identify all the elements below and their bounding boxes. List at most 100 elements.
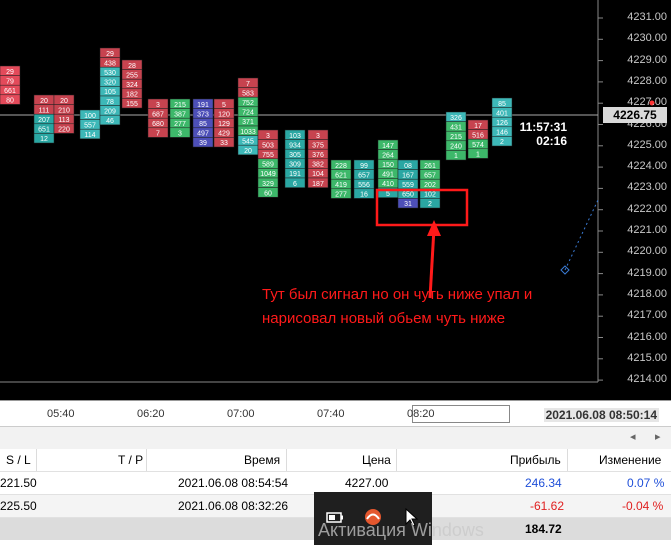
footprint-cell-value: 373 bbox=[197, 111, 209, 118]
cell-change: 0.07 % bbox=[627, 476, 665, 490]
footprint-cell-value: 650 bbox=[402, 192, 414, 199]
footprint-cell-value: 305 bbox=[289, 152, 301, 159]
footprint-cell-value: 438 bbox=[104, 60, 116, 67]
cell-sl: 221.50 bbox=[0, 476, 37, 490]
footprint-cell-value: 103 bbox=[289, 133, 301, 140]
footprint-cell-value: 120 bbox=[218, 111, 230, 118]
footprint-cell-value: 375 bbox=[312, 142, 324, 149]
footprint-cell-value: 320 bbox=[104, 80, 116, 87]
footprint-cell-value: 215 bbox=[450, 134, 462, 141]
header-tp[interactable]: T / P bbox=[118, 453, 143, 467]
footprint-cell-value: 545 bbox=[242, 138, 254, 145]
price-tick: 4225.00 bbox=[627, 138, 667, 151]
footprint-cell-value: 20 bbox=[40, 98, 48, 105]
column-divider bbox=[286, 449, 287, 471]
footprint-cell-value: 126 bbox=[496, 120, 508, 127]
price-tick: 4228.00 bbox=[627, 74, 667, 87]
annotation-text: Тут был сигнал но он чуть ниже упал и на… bbox=[262, 283, 592, 331]
footprint-cell-value: 105 bbox=[104, 89, 116, 96]
header-profit[interactable]: Прибыль bbox=[510, 453, 561, 467]
price-tick: 4223.00 bbox=[627, 181, 667, 194]
cell-time: 2021.06.08 08:54:54 bbox=[178, 476, 289, 490]
price-tick: 4215.00 bbox=[627, 351, 667, 364]
footprint-cell-value: 29 bbox=[6, 69, 14, 76]
current-datetime: 2021.06.08 08:50:14 bbox=[543, 408, 659, 422]
footprint-cell-value: 79 bbox=[6, 78, 14, 85]
price-tick: 4214.00 bbox=[627, 373, 667, 386]
cell-price: 4227.00 bbox=[345, 476, 389, 490]
footprint-cell-value: 277 bbox=[335, 192, 347, 199]
footprint-cell-value: 155 bbox=[126, 101, 138, 108]
footprint-cell-value: 187 bbox=[312, 181, 324, 188]
footprint-cell-value: 324 bbox=[126, 82, 138, 89]
footprint-cell-value: 651 bbox=[38, 127, 50, 134]
footprint-cell-value: 209 bbox=[104, 108, 116, 115]
cell-sl: 225.50 bbox=[0, 499, 37, 513]
footprint-cell-value: 167 bbox=[402, 172, 414, 179]
footprint-cell-value: 150 bbox=[382, 162, 394, 169]
footprint-cell-value: 724 bbox=[242, 110, 254, 117]
footprint-cell-value: 3 bbox=[156, 102, 160, 109]
footprint-cell-value: 277 bbox=[174, 121, 186, 128]
candle-timer-clock: 11:57:31 bbox=[519, 120, 567, 134]
price-tick: 4218.00 bbox=[627, 287, 667, 300]
footprint-cell-value: 08 bbox=[404, 163, 412, 170]
header-sl[interactable]: S / L bbox=[6, 453, 31, 467]
footprint-cell-value: 85 bbox=[498, 101, 506, 108]
time-tick: 07:40 bbox=[317, 408, 345, 420]
footprint-cell-value: 20 bbox=[60, 98, 68, 105]
footprint-cell-value: 191 bbox=[197, 102, 209, 109]
footprint-cell-value: 220 bbox=[58, 127, 70, 134]
time-tick: 08:20 bbox=[407, 408, 435, 420]
footprint-cell-value: 46 bbox=[106, 118, 114, 125]
cell-profit: -61.62 bbox=[530, 499, 565, 513]
cell-change: -0.04 % bbox=[622, 499, 664, 513]
scroll-right-icon[interactable]: ▸ bbox=[655, 430, 661, 443]
footprint-chart-canvas: 297966180 2011120765112202101132201005571… bbox=[0, 0, 655, 383]
price-tick: 4217.00 bbox=[627, 309, 667, 322]
column-divider bbox=[396, 449, 397, 471]
footprint-cell-value: 755 bbox=[262, 152, 274, 159]
footprint-cell-value: 680 bbox=[152, 121, 164, 128]
footprint-cell-value: 191 bbox=[289, 171, 301, 178]
scroll-left-icon[interactable]: ◂ bbox=[630, 430, 636, 443]
price-tick: 4230.00 bbox=[627, 32, 667, 45]
footprint-cell-value: 215 bbox=[174, 102, 186, 109]
horizontal-scrollbar[interactable]: ◂ ▸ bbox=[0, 426, 671, 449]
footprint-cell-value: 228 bbox=[335, 163, 347, 170]
footprint-cell-value: 1049 bbox=[260, 171, 276, 178]
footprint-cell-value: 60 bbox=[264, 190, 272, 197]
footprint-cell-value: 376 bbox=[312, 152, 324, 159]
column-divider bbox=[146, 449, 147, 471]
candle-timer-remaining: 02:16 bbox=[536, 134, 567, 148]
footprint-cell-value: 556 bbox=[358, 182, 370, 189]
footprint-cell-value: 589 bbox=[262, 162, 274, 169]
footprint-cell-value: 129 bbox=[218, 121, 230, 128]
footprint-cell-value: 2 bbox=[428, 201, 432, 208]
cell-profit: 246.34 bbox=[525, 476, 562, 490]
footprint-cell-value: 3 bbox=[266, 133, 270, 140]
footprint-cell-value: 371 bbox=[242, 119, 254, 126]
header-price[interactable]: Цена bbox=[362, 453, 391, 467]
current-price-label: 4226.75 bbox=[603, 107, 667, 123]
header-change[interactable]: Изменение bbox=[599, 453, 661, 467]
footprint-cell-value: 516 bbox=[472, 132, 484, 139]
footprint-cell-value: 104 bbox=[312, 171, 324, 178]
footprint-cell-value: 85 bbox=[199, 121, 207, 128]
footprint-cell-value: 621 bbox=[335, 172, 347, 179]
footprint-cell-value: 31 bbox=[404, 201, 412, 208]
footprint-cell-value: 583 bbox=[242, 90, 254, 97]
price-chart[interactable]: 29 79 661 80 20 111 207 651 12 20 210 113 220 100 557 1… bbox=[0, 0, 671, 400]
windows-activation-watermark: Активация Windows bbox=[318, 520, 484, 540]
header-time[interactable]: Время bbox=[244, 453, 280, 467]
footprint-cell-value: 207 bbox=[38, 117, 50, 124]
footprint-cell-value: 1033 bbox=[240, 129, 256, 136]
footprint-cell-value: 530 bbox=[104, 70, 116, 77]
footprint-cell-value: 687 bbox=[152, 111, 164, 118]
footprint-cell-value: 431 bbox=[450, 124, 462, 131]
footprint-cell-value: 401 bbox=[496, 110, 508, 117]
footprint-cell-value: 491 bbox=[382, 172, 394, 179]
footprint-cell-value: 255 bbox=[126, 72, 138, 79]
footprint-cell-value: 329 bbox=[262, 181, 274, 188]
footprint-cell-value: 39 bbox=[199, 140, 207, 147]
